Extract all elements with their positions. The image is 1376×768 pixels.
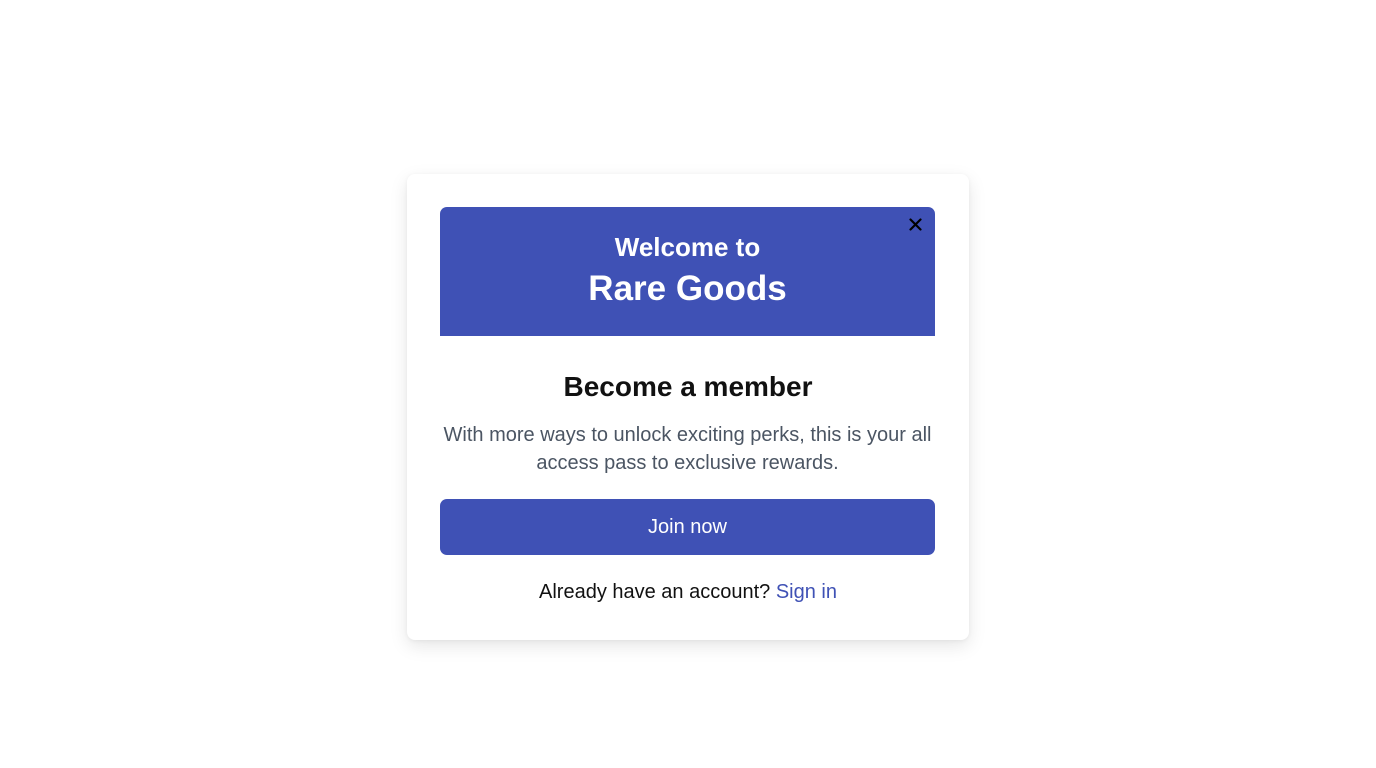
welcome-banner: Welcome to Rare Goods xyxy=(440,207,935,336)
signin-row: Already have an account? Sign in xyxy=(407,579,969,605)
signin-prompt: Already have an account? xyxy=(539,581,771,603)
membership-modal: Welcome to Rare Goods Become a member Wi… xyxy=(407,174,969,640)
modal-title: Become a member xyxy=(563,371,813,402)
close-button[interactable] xyxy=(905,214,925,234)
join-now-button[interactable]: Join now xyxy=(440,499,935,555)
close-icon xyxy=(908,217,922,231)
banner-brand-name: Rare Goods xyxy=(588,269,787,308)
sign-in-link[interactable]: Sign in xyxy=(776,581,837,603)
modal-description: With more ways to unlock exciting perks,… xyxy=(443,424,932,474)
banner-welcome-text: Welcome to xyxy=(614,232,761,262)
